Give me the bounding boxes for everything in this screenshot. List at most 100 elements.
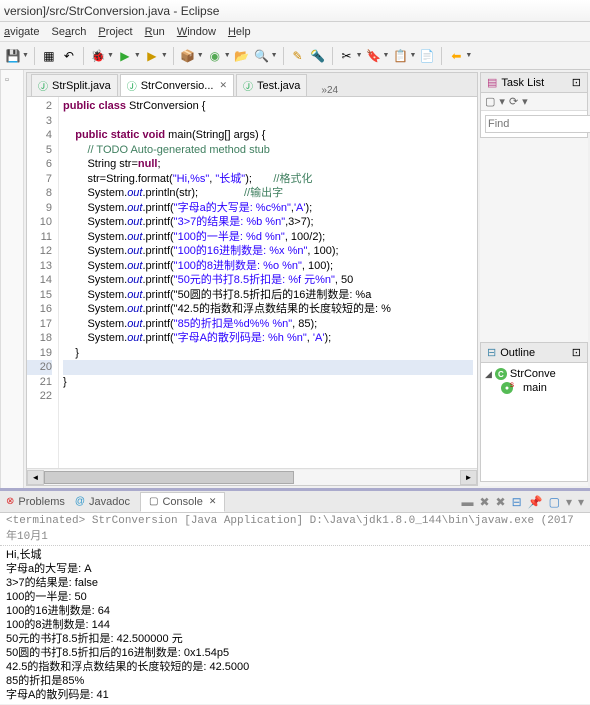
outline-item-method[interactable]: ● s main <box>485 381 583 395</box>
outline-label: StrConve <box>510 368 556 380</box>
tab-strconversion[interactable]: Ⓙ StrConversio... ✕ <box>120 74 234 96</box>
java-file-icon: Ⓙ <box>38 78 48 93</box>
console-icon: ▢ <box>149 496 158 507</box>
open-type-icon[interactable]: 📂 <box>233 47 251 65</box>
new-console-icon[interactable]: ▾ <box>578 495 584 509</box>
toggle-ruler-icon[interactable]: ▫ <box>1 70 23 90</box>
tasklist-panel: ▤ Task List ⊡ ▢ ▾ ⟳ ▾ ▸ <box>480 72 588 138</box>
tab-label: Test.java <box>257 80 300 92</box>
main-toolbar: 💾 ▼ ▦ ↶ 🐞 ▼ ▶ ▼ ▶ ▼ 📦 ▼ ◉ ▼ 📂 🔍 ▼ ✎ 🔦 ✂ … <box>0 42 590 70</box>
dropdown-icon[interactable]: ▼ <box>134 52 141 59</box>
dropdown-icon[interactable]: ▾ <box>499 95 505 108</box>
undo-icon[interactable]: ↶ <box>60 47 78 65</box>
problems-icon: ⊗ <box>6 496 14 507</box>
debug-icon[interactable]: 🐞 <box>89 47 107 65</box>
dropdown-icon[interactable]: ▼ <box>107 52 114 59</box>
code-editor[interactable]: public class StrConversion { public stat… <box>59 97 477 468</box>
tab-label: StrConversio... <box>141 80 214 92</box>
menu-help[interactable]: Help <box>228 26 251 38</box>
new-package-icon[interactable]: 📦 <box>179 47 197 65</box>
static-badge-icon: s <box>510 380 514 389</box>
new-task-icon[interactable]: ▢ <box>485 95 495 108</box>
dropdown-icon[interactable]: ▼ <box>271 52 278 59</box>
outline-label: main <box>523 382 547 394</box>
search-icon[interactable]: 🔍 <box>253 47 271 65</box>
clear-icon[interactable]: ✖ <box>496 495 506 509</box>
wand-icon[interactable]: ✎ <box>289 47 307 65</box>
minimize-icon[interactable]: ⊡ <box>572 76 581 89</box>
dropdown-icon[interactable]: ▼ <box>161 52 168 59</box>
dropdown-icon[interactable]: ▼ <box>383 52 390 59</box>
flashlight-icon[interactable]: 🔦 <box>309 47 327 65</box>
right-sidebar: ▤ Task List ⊡ ▢ ▾ ⟳ ▾ ▸ ⊟ Outline ⊡ <box>480 72 588 486</box>
run-icon[interactable]: ▶ <box>116 47 134 65</box>
pin-icon[interactable]: 📌 <box>528 495 543 509</box>
console-tabs: ⊗ Problems @ Javadoc ▢ Console ✕ ▬ ✖ ✖ ⊟… <box>0 491 590 513</box>
tab-console[interactable]: ▢ Console ✕ <box>140 492 225 512</box>
left-gutter: ▫ <box>0 70 24 488</box>
java-file-icon: Ⓙ <box>127 78 137 93</box>
java-file-icon: Ⓙ <box>243 78 253 93</box>
breadcrumb[interactable]: »24 <box>321 85 338 96</box>
expand-icon[interactable]: ◢ <box>485 369 492 380</box>
scroll-left-icon[interactable]: ◄ <box>27 470 44 485</box>
copy-icon[interactable]: 📋 <box>391 47 409 65</box>
dropdown-icon[interactable]: ▼ <box>22 52 29 59</box>
javadoc-icon: @ <box>75 496 85 507</box>
tab-label: Javadoc <box>89 496 130 508</box>
refresh-icon[interactable]: ⟳ <box>509 95 518 108</box>
tab-strsplit[interactable]: Ⓙ StrSplit.java <box>31 74 118 96</box>
display-icon[interactable]: ▢ <box>549 495 560 509</box>
minimize-icon[interactable]: ⊡ <box>572 346 581 359</box>
tab-label: StrSplit.java <box>52 80 111 92</box>
console-header: <terminated> StrConversion [Java Applica… <box>0 513 590 546</box>
back-icon[interactable]: ⬅ <box>447 47 465 65</box>
window-title: version]/src/StrConversion.java - Eclips… <box>4 4 219 18</box>
editor-area: Ⓙ StrSplit.java Ⓙ StrConversio... ✕ Ⓙ Te… <box>26 72 478 486</box>
menu-project[interactable]: Project <box>98 26 132 38</box>
editor-tabs: Ⓙ StrSplit.java Ⓙ StrConversio... ✕ Ⓙ Te… <box>27 73 477 97</box>
remove-all-icon[interactable]: ✖ <box>479 495 489 509</box>
outline-panel: ⊟ Outline ⊡ ◢ C StrConve ● s main <box>480 342 588 482</box>
tab-label: Console <box>162 496 202 508</box>
outline-icon: ⊟ <box>487 346 496 359</box>
menu-window[interactable]: Window <box>177 26 216 38</box>
menubar: avigate Search Project Run Window Help <box>0 22 590 42</box>
find-input[interactable] <box>485 115 590 133</box>
dropdown-icon[interactable]: ▼ <box>197 52 204 59</box>
window-titlebar: version]/src/StrConversion.java - Eclips… <box>0 0 590 22</box>
tab-problems[interactable]: ⊗ Problems <box>6 496 65 508</box>
tab-test[interactable]: Ⓙ Test.java <box>236 74 307 96</box>
close-icon[interactable]: ✕ <box>219 80 227 91</box>
console-output[interactable]: Hi,长城字母a的大写是: A3>7的结果是: false100的一半是: 50… <box>0 546 590 704</box>
outline-title: Outline <box>500 347 535 359</box>
dropdown-icon[interactable]: ▼ <box>224 52 231 59</box>
menu-navigate[interactable]: avigate <box>4 26 39 38</box>
class-icon: C <box>495 368 507 380</box>
dropdown-icon[interactable]: ▼ <box>409 52 416 59</box>
dropdown-icon[interactable]: ▼ <box>465 52 472 59</box>
save-icon[interactable]: 💾 <box>4 47 22 65</box>
task-icon[interactable]: 🔖 <box>365 47 383 65</box>
coverage-icon[interactable]: ▶ <box>143 47 161 65</box>
close-icon[interactable]: ✕ <box>209 496 217 507</box>
dropdown-icon[interactable]: ▼ <box>356 52 363 59</box>
filter-icon[interactable]: ▾ <box>522 95 528 108</box>
cut-icon[interactable]: ✂ <box>338 47 356 65</box>
menu-run[interactable]: Run <box>145 26 165 38</box>
scroll-lock-icon[interactable]: ⊟ <box>512 495 522 509</box>
console-area: ⊗ Problems @ Javadoc ▢ Console ✕ ▬ ✖ ✖ ⊟… <box>0 488 590 704</box>
open-icon[interactable]: ▦ <box>40 47 58 65</box>
remove-launch-icon[interactable]: ▬ <box>461 495 473 509</box>
scroll-right-icon[interactable]: ► <box>460 470 477 485</box>
paste-icon[interactable]: 📄 <box>418 47 436 65</box>
horizontal-scrollbar[interactable]: ◄ ► <box>27 468 477 485</box>
tab-javadoc[interactable]: @ Javadoc <box>75 496 130 508</box>
menu-search[interactable]: Search <box>51 26 86 38</box>
new-class-icon[interactable]: ◉ <box>206 47 224 65</box>
scroll-thumb[interactable] <box>44 471 294 484</box>
tasklist-icon: ▤ <box>487 76 497 89</box>
outline-item-class[interactable]: ◢ C StrConve <box>485 367 583 381</box>
open-console-icon[interactable]: ▾ <box>566 495 572 509</box>
line-numbers: 2345678910111213141516171819202122 <box>27 97 59 468</box>
